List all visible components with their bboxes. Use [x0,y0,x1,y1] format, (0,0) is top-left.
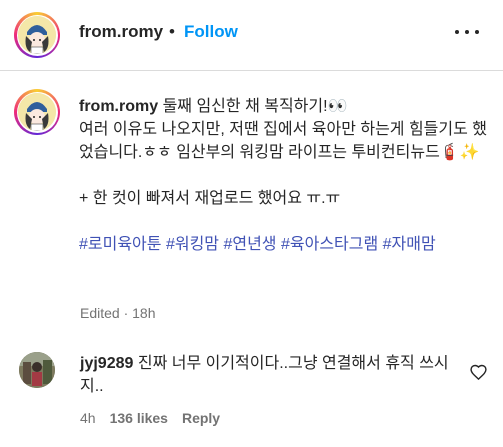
post-header: from.romy • Follow [0,0,503,70]
comment-likes[interactable]: 136 likes [110,410,168,426]
caption-line-1: 둘째 임신한 채 복직하기!👀 [162,98,348,115]
follow-button[interactable]: Follow [184,22,238,42]
commenter-username[interactable]: jyj9289 [80,355,133,372]
author-username[interactable]: from.romy [79,22,163,42]
comment-meta: 4h 136 likes Reply [80,410,220,426]
comment-text: 진짜 너무 이기적이다..그냥 연결해서 휴직 쓰시지.. [80,355,449,395]
avatar-illustration [18,16,56,54]
separator-dot: • [169,22,175,41]
commenter-avatar[interactable] [19,352,55,388]
comment-body: jyj9289 진짜 너무 이기적이다..그냥 연결해서 휴직 쓰시지.. [80,352,460,398]
hashtag-list: #로미육아툰 #워킹맘 #연년생 #육아스타그램 #자매맘 [79,233,491,256]
author-avatar[interactable] [14,12,60,58]
caption-username[interactable]: from.romy [79,98,158,115]
post-caption: from.romy 둘째 임신한 채 복직하기!👀 여러 이유도 나오지만, 저… [79,95,491,256]
caption-line-3: + 한 컷이 빠져서 재업로드 했어요 ㅠ.ㅠ [79,190,341,207]
hashtag-link[interactable]: #육아스타그램 [281,236,378,253]
reply-button[interactable]: Reply [182,410,220,426]
hashtag-link[interactable]: #워킹맘 [166,236,219,253]
caption-first-line: from.romy 둘째 임신한 채 복직하기!👀 [79,95,491,118]
comment-time: 4h [80,410,96,426]
hashtag-link[interactable]: #로미육아툰 [79,236,162,253]
header-divider [0,70,503,71]
more-horizontal-icon[interactable] [455,22,479,42]
hashtag-link[interactable]: #연년생 [223,236,276,253]
caption-line-2: 여러 이유도 나오지만, 저땐 집에서 육아만 하는게 힘들기도 했었습니다.ㅎ… [79,121,488,161]
caption-meta: Edited · 18h [80,305,156,321]
avatar-illustration [18,93,56,131]
caption-author-avatar[interactable] [14,89,60,135]
hashtag-link[interactable]: #자매맘 [383,236,436,253]
heart-outline-icon[interactable] [470,364,487,381]
